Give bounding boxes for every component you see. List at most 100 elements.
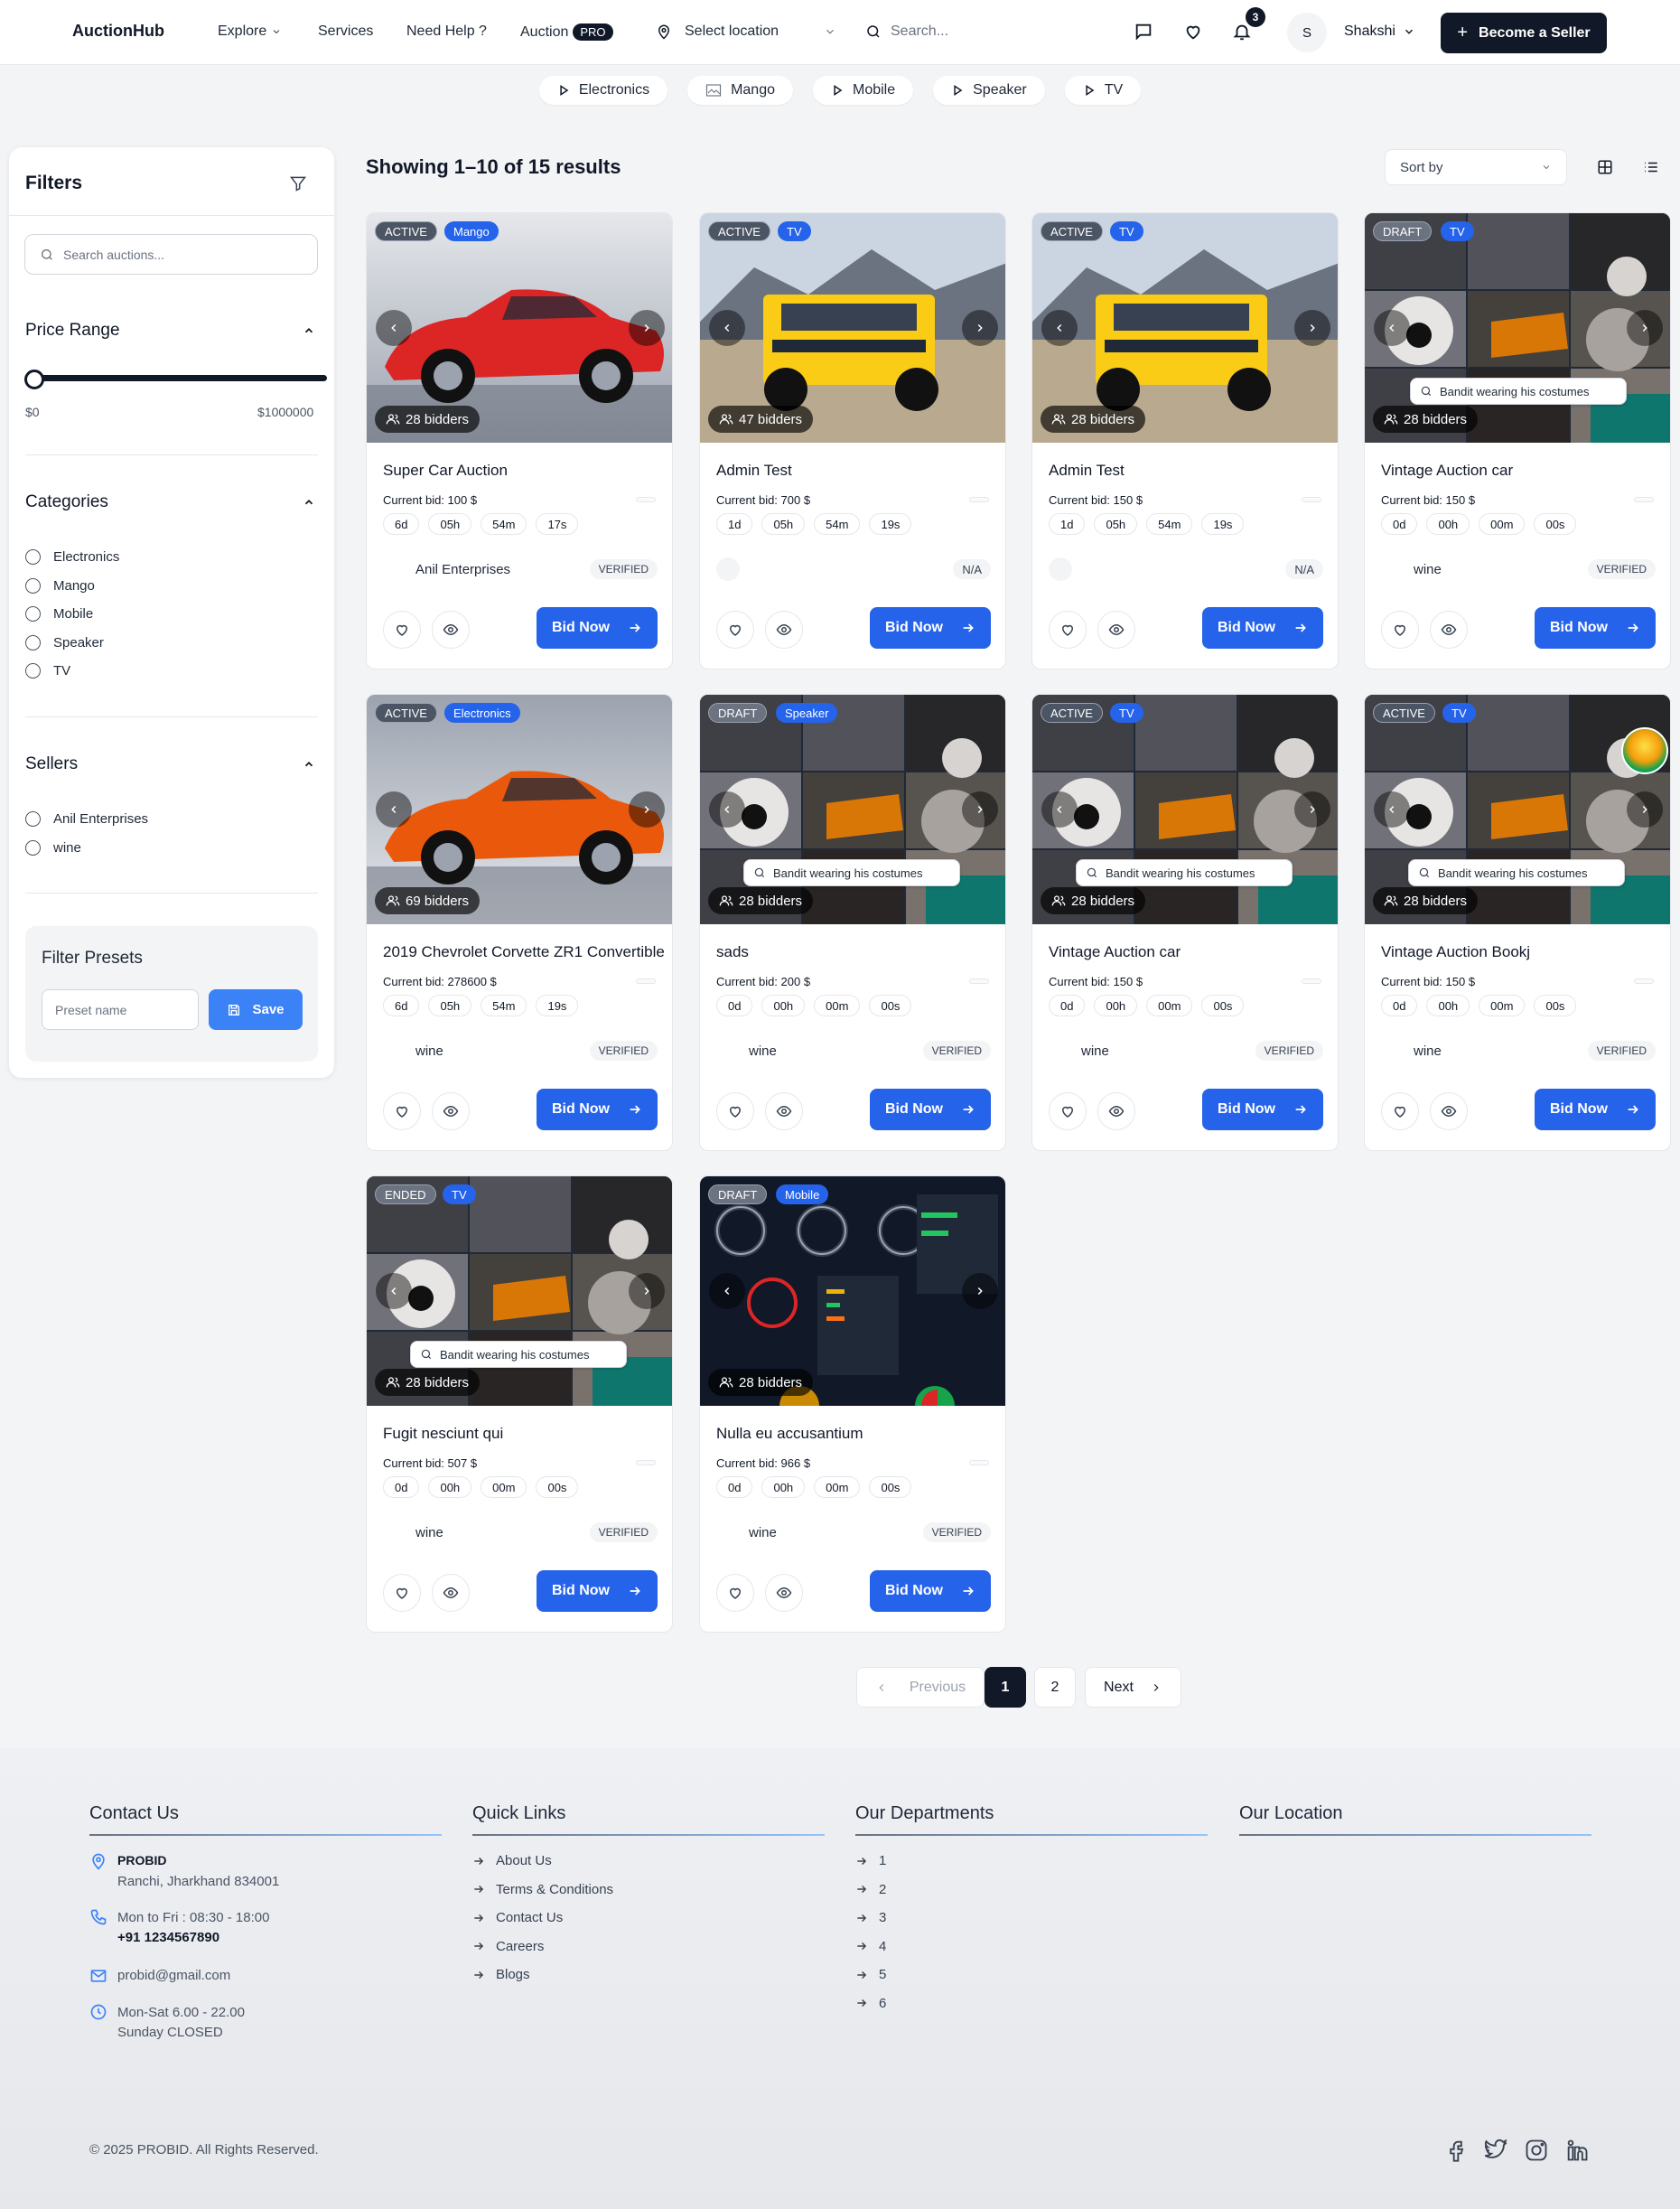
auction-image[interactable]: ACTIVE Electronics 69 bidders <box>367 695 672 924</box>
search-input[interactable]: Search... <box>891 23 948 40</box>
nav-explore[interactable]: Explore <box>218 23 282 40</box>
chip-speaker[interactable]: Speaker <box>933 76 1045 105</box>
auction-title[interactable]: Fugit nesciunt qui <box>383 1425 503 1443</box>
favorite-button[interactable] <box>716 1092 754 1130</box>
list-view-button[interactable] <box>1633 149 1669 185</box>
seller-name[interactable]: wine <box>1414 1044 1442 1059</box>
favorite-button[interactable] <box>1381 611 1419 649</box>
next-image-button[interactable] <box>1627 310 1663 346</box>
next-image-button[interactable] <box>629 310 665 346</box>
department-link[interactable]: 6 <box>855 1996 886 2011</box>
prev-image-button[interactable] <box>1374 310 1410 346</box>
category-radio-tv[interactable]: TV <box>25 663 70 679</box>
bid-now-button[interactable]: Bid Now <box>537 1089 658 1130</box>
bid-now-button[interactable]: Bid Now <box>537 1570 658 1612</box>
next-image-button[interactable] <box>1294 310 1330 346</box>
user-menu[interactable]: Shakshi <box>1344 23 1415 40</box>
watch-button[interactable] <box>432 611 470 649</box>
chevron-up-icon[interactable] <box>303 496 315 509</box>
page-2-button[interactable]: 2 <box>1034 1667 1076 1708</box>
prev-image-button[interactable] <box>709 791 745 828</box>
page-1-button[interactable]: 1 <box>985 1667 1026 1708</box>
footer-link[interactable]: About Us <box>472 1853 552 1868</box>
department-link[interactable]: 3 <box>855 1910 886 1925</box>
seller-name[interactable]: wine <box>1081 1044 1109 1059</box>
heart-icon[interactable] <box>1183 22 1205 43</box>
bid-now-button[interactable]: Bid Now <box>1535 607 1656 649</box>
category-radio-speaker[interactable]: Speaker <box>25 635 104 651</box>
auction-title[interactable]: Vintage Auction car <box>1049 943 1181 961</box>
avatar[interactable]: S <box>1287 13 1327 52</box>
previous-page-button[interactable]: Previous <box>856 1667 985 1708</box>
chevron-up-icon[interactable] <box>303 324 315 337</box>
preset-name-input[interactable]: Preset name <box>42 989 199 1030</box>
prev-image-button[interactable] <box>1041 310 1078 346</box>
chip-tv[interactable]: TV <box>1064 76 1142 105</box>
linkedin-icon[interactable] <box>1564 2138 1590 2163</box>
bid-now-button[interactable]: Bid Now <box>1535 1089 1656 1130</box>
nav-auction[interactable]: Auction PRO <box>520 23 613 41</box>
prev-image-button[interactable] <box>376 1273 412 1309</box>
auction-card[interactable]: ENDED TV Bandit wearing his costumes 28 … <box>366 1175 673 1633</box>
facebook-icon[interactable] <box>1443 2138 1469 2163</box>
prev-image-button[interactable] <box>709 310 745 346</box>
next-image-button[interactable] <box>629 1273 665 1309</box>
header-search[interactable]: Search... <box>865 23 948 40</box>
category-radio-mobile[interactable]: Mobile <box>25 606 93 622</box>
auction-image[interactable]: ENDED TV Bandit wearing his costumes 28 … <box>367 1176 672 1406</box>
favorite-button[interactable] <box>383 1092 421 1130</box>
favorite-button[interactable] <box>1381 1092 1419 1130</box>
favorite-button[interactable] <box>716 1574 754 1612</box>
auction-image[interactable]: ACTIVE TV 47 bidders <box>700 213 1005 443</box>
filter-icon[interactable] <box>289 174 307 192</box>
next-image-button[interactable] <box>1294 791 1330 828</box>
next-image-button[interactable] <box>962 791 998 828</box>
watch-button[interactable] <box>432 1574 470 1612</box>
email[interactable]: probid@gmail.com <box>117 1968 230 1983</box>
auction-image[interactable]: ACTIVE Mango 28 bidders <box>367 213 672 443</box>
watch-button[interactable] <box>1097 611 1135 649</box>
auction-card[interactable]: ACTIVE TV Bandit wearing his costumes 28… <box>1364 694 1671 1151</box>
next-page-button[interactable]: Next <box>1085 1667 1181 1708</box>
save-preset-button[interactable]: Save <box>209 989 303 1030</box>
watch-button[interactable] <box>765 611 803 649</box>
chip-mobile[interactable]: Mobile <box>812 76 914 105</box>
auction-image[interactable]: DRAFT Speaker Bandit wearing his costume… <box>700 695 1005 924</box>
category-radio-electronics[interactable]: Electronics <box>25 549 119 565</box>
seller-name[interactable]: wine <box>415 1044 443 1059</box>
prev-image-button[interactable] <box>1374 791 1410 828</box>
seller-name[interactable]: wine <box>749 1525 777 1540</box>
auction-card[interactable]: DRAFT Mobile 28 bidders Nulla eu accusan… <box>699 1175 1006 1633</box>
next-image-button[interactable] <box>962 1273 998 1309</box>
bid-now-button[interactable]: Bid Now <box>1202 1089 1323 1130</box>
watch-button[interactable] <box>1430 611 1468 649</box>
auction-image[interactable]: ACTIVE TV Bandit wearing his costumes 28… <box>1032 695 1338 924</box>
favorite-button[interactable] <box>1049 1092 1087 1130</box>
twitter-icon[interactable] <box>1483 2138 1508 2163</box>
seller-name[interactable]: wine <box>749 1044 777 1059</box>
department-link[interactable]: 2 <box>855 1882 886 1897</box>
prev-image-button[interactable] <box>709 1273 745 1309</box>
chevron-up-icon[interactable] <box>303 758 315 771</box>
price-slider-thumb[interactable] <box>24 370 44 389</box>
grid-view-button[interactable] <box>1587 149 1623 185</box>
favorite-button[interactable] <box>716 611 754 649</box>
instagram-icon[interactable] <box>1524 2138 1549 2163</box>
auction-card[interactable]: ACTIVE TV 28 bidders Admin Test Current … <box>1031 212 1339 669</box>
auction-title[interactable]: Admin Test <box>716 462 792 480</box>
footer-link[interactable]: Careers <box>472 1939 544 1954</box>
department-link[interactable]: 4 <box>855 1939 886 1954</box>
seller-radio-wine[interactable]: wine <box>25 840 81 856</box>
next-image-button[interactable] <box>629 791 665 828</box>
favorite-button[interactable] <box>383 1574 421 1612</box>
watch-button[interactable] <box>1097 1092 1135 1130</box>
seller-radio-anil[interactable]: Anil Enterprises <box>25 811 148 827</box>
department-link[interactable]: 1 <box>855 1853 886 1868</box>
next-image-button[interactable] <box>1627 791 1663 828</box>
watch-button[interactable] <box>765 1092 803 1130</box>
site-logo[interactable]: AuctionHub <box>72 22 164 41</box>
price-slider-track[interactable] <box>34 375 327 381</box>
watch-button[interactable] <box>1430 1092 1468 1130</box>
auction-card[interactable]: ACTIVE Electronics 69 bidders 2019 Chevr… <box>366 694 673 1151</box>
auction-card[interactable]: DRAFT Speaker Bandit wearing his costume… <box>699 694 1006 1151</box>
